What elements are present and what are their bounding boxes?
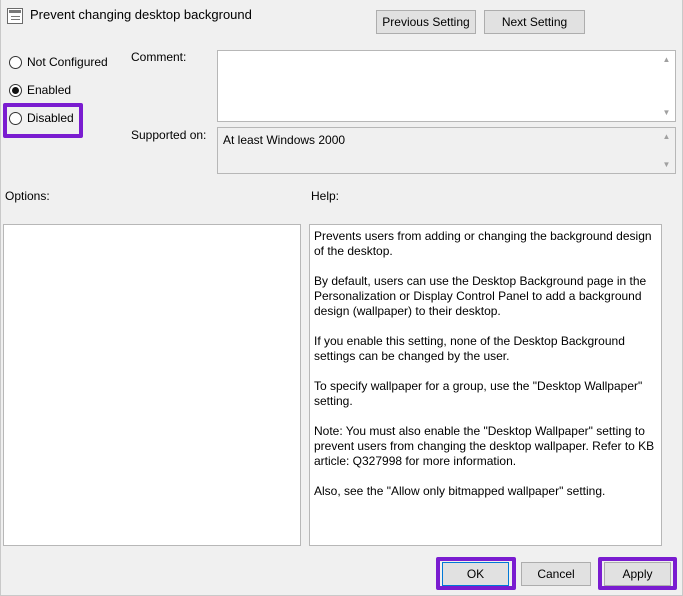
help-paragraph: Note: You must also enable the "Desktop … (314, 424, 655, 468)
policy-title: Prevent changing desktop background (30, 7, 252, 22)
radio-circle-enabled[interactable] (9, 83, 22, 97)
scroll-down-icon[interactable]: ▼ (658, 104, 675, 121)
supported-on-field: At least Windows 2000 ▲ ▼ (217, 127, 676, 174)
radio-circle-not-configured[interactable] (9, 55, 22, 69)
scroll-up-icon[interactable]: ▲ (658, 128, 675, 145)
supported-scrollbar[interactable]: ▲ ▼ (658, 128, 675, 173)
help-text: Prevents users from adding or changing t… (314, 229, 655, 514)
cancel-label: Cancel (537, 567, 575, 581)
scroll-up-icon[interactable]: ▲ (658, 51, 675, 68)
help-paragraph: To specify wallpaper for a group, use th… (314, 379, 643, 408)
help-paragraph: By default, users can use the Desktop Ba… (314, 274, 647, 318)
help-paragraph: Prevents users from adding or changing t… (314, 229, 652, 258)
options-label: Options: (5, 189, 50, 203)
comment-textarea[interactable]: ▲ ▼ (217, 50, 676, 122)
radio-enabled[interactable]: Enabled (9, 81, 71, 99)
policy-setting-icon (7, 8, 23, 24)
disabled-highlight-box (3, 103, 83, 138)
radio-label-not-configured: Not Configured (27, 55, 108, 69)
radio-not-configured[interactable]: Not Configured (9, 53, 108, 71)
supported-on-label: Supported on: (131, 128, 207, 142)
help-paragraph: If you enable this setting, none of the … (314, 334, 625, 363)
help-paragraph: Also, see the "Allow only bitmapped wall… (314, 484, 606, 498)
next-setting-button[interactable]: Next Setting (484, 10, 585, 34)
next-setting-label: Next Setting (501, 15, 568, 29)
scroll-down-icon[interactable]: ▼ (658, 156, 675, 173)
options-panel (3, 224, 301, 546)
cancel-button[interactable]: Cancel (521, 562, 591, 586)
apply-highlight-box (598, 557, 677, 590)
ok-highlight-box (436, 557, 516, 590)
radio-label-enabled: Enabled (27, 83, 72, 97)
help-label: Help: (311, 189, 340, 203)
previous-setting-button[interactable]: Previous Setting (376, 10, 476, 34)
help-panel: Prevents users from adding or changing t… (309, 224, 662, 546)
previous-setting-label: Previous Setting (382, 15, 470, 29)
supported-on-value: At least Windows 2000 (223, 133, 346, 147)
comment-scrollbar[interactable]: ▲ ▼ (658, 51, 675, 121)
comment-label: Comment: (131, 50, 187, 64)
